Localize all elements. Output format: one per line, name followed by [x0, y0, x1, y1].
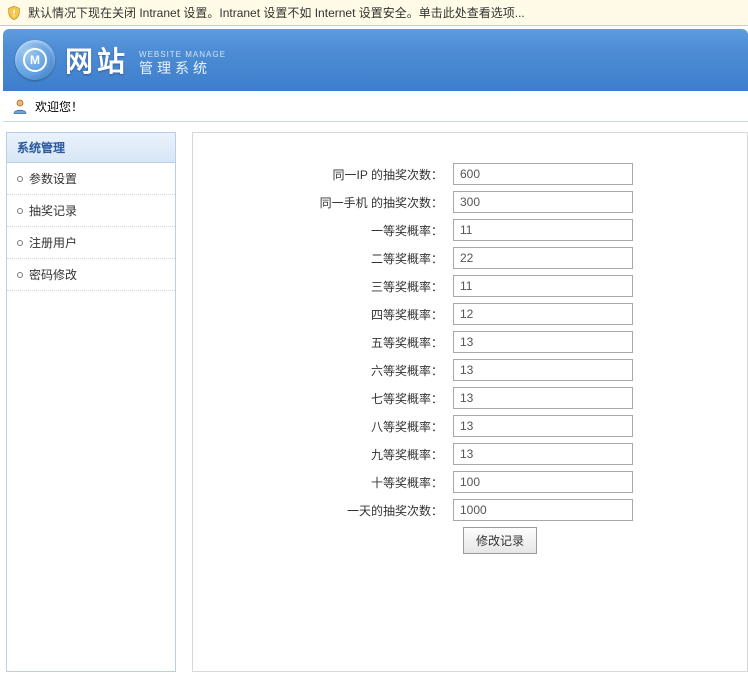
form-label: 四等奖概率： [213, 306, 453, 323]
form-input-9[interactable] [453, 415, 633, 437]
bullet-icon [17, 208, 23, 214]
form-label: 五等奖概率： [213, 334, 453, 351]
info-bar[interactable]: 默认情况下现在关闭 Intranet 设置。Intranet 设置不如 Inte… [0, 0, 748, 26]
form-row: 同一手机 的抽奖次数： [213, 191, 727, 213]
sidebar-item-label: 抽奖记录 [29, 202, 77, 219]
form-label: 三等奖概率： [213, 278, 453, 295]
form-input-10[interactable] [453, 443, 633, 465]
form-row: 一天的抽奖次数： [213, 499, 727, 521]
form-label: 七等奖概率： [213, 390, 453, 407]
form-row: 九等奖概率： [213, 443, 727, 465]
form-row: 五等奖概率： [213, 331, 727, 353]
main-panel: 同一IP 的抽奖次数： 同一手机 的抽奖次数： 一等奖概率： 二等奖概率： 三等奖概率：… [192, 132, 748, 672]
form-label: 同一IP 的抽奖次数： [213, 166, 453, 183]
sidebar-item-password[interactable]: 密码修改 [7, 259, 175, 291]
form-input-11[interactable] [453, 471, 633, 493]
welcome-text: 欢迎您！ [35, 98, 83, 115]
sidebar-item-label: 注册用户 [29, 234, 77, 251]
form-label: 二等奖概率： [213, 250, 453, 267]
form-label: 九等奖概率： [213, 446, 453, 463]
header: M 网站 WEBSITE MANAGE 管理系统 [3, 29, 748, 91]
brand-title: 网站 [65, 40, 129, 80]
form-label: 十等奖概率： [213, 474, 453, 491]
form-input-12[interactable] [453, 499, 633, 521]
sidebar-item-params[interactable]: 参数设置 [7, 163, 175, 195]
form-label: 六等奖概率： [213, 362, 453, 379]
sidebar-item-lottery-records[interactable]: 抽奖记录 [7, 195, 175, 227]
form-label: 一等奖概率： [213, 222, 453, 239]
form-row: 二等奖概率： [213, 247, 727, 269]
form-label: 同一手机 的抽奖次数： [213, 194, 453, 211]
form-label: 八等奖概率： [213, 418, 453, 435]
form-input-7[interactable] [453, 359, 633, 381]
form-input-1[interactable] [453, 191, 633, 213]
shield-icon [6, 5, 22, 21]
form-input-4[interactable] [453, 275, 633, 297]
bullet-icon [17, 272, 23, 278]
sidebar-header: 系统管理 [7, 133, 175, 163]
form-input-3[interactable] [453, 247, 633, 269]
logo-badge: M [15, 40, 55, 80]
brand-subtitle: WEBSITE MANAGE 管理系统 [139, 51, 226, 75]
form-input-2[interactable] [453, 219, 633, 241]
sidebar-item-label: 密码修改 [29, 266, 77, 283]
form-row: 一等奖概率： [213, 219, 727, 241]
form-row: 七等奖概率： [213, 387, 727, 409]
sidebar-item-label: 参数设置 [29, 170, 77, 187]
form-input-5[interactable] [453, 303, 633, 325]
form-label: 一天的抽奖次数： [213, 502, 453, 519]
form-input-0[interactable] [453, 163, 633, 185]
bullet-icon [17, 176, 23, 182]
info-bar-text: 默认情况下现在关闭 Intranet 设置。Intranet 设置不如 Inte… [28, 4, 525, 21]
form-input-8[interactable] [453, 387, 633, 409]
submit-button[interactable]: 修改记录 [463, 527, 537, 554]
form-row: 同一IP 的抽奖次数： [213, 163, 727, 185]
logo-icon: M [23, 48, 47, 72]
bullet-icon [17, 240, 23, 246]
brand-subtitle-cn: 管理系统 [139, 61, 226, 75]
brand-subtitle-en: WEBSITE MANAGE [139, 51, 226, 59]
welcome-bar: 欢迎您！ [3, 91, 748, 122]
user-icon [11, 97, 29, 115]
sidebar: 系统管理 参数设置 抽奖记录 注册用户 密码修改 [6, 132, 176, 672]
sidebar-item-users[interactable]: 注册用户 [7, 227, 175, 259]
form-row: 四等奖概率： [213, 303, 727, 325]
form-row: 三等奖概率： [213, 275, 727, 297]
form-row: 六等奖概率： [213, 359, 727, 381]
form-row: 八等奖概率： [213, 415, 727, 437]
form-row: 十等奖概率： [213, 471, 727, 493]
form-input-6[interactable] [453, 331, 633, 353]
